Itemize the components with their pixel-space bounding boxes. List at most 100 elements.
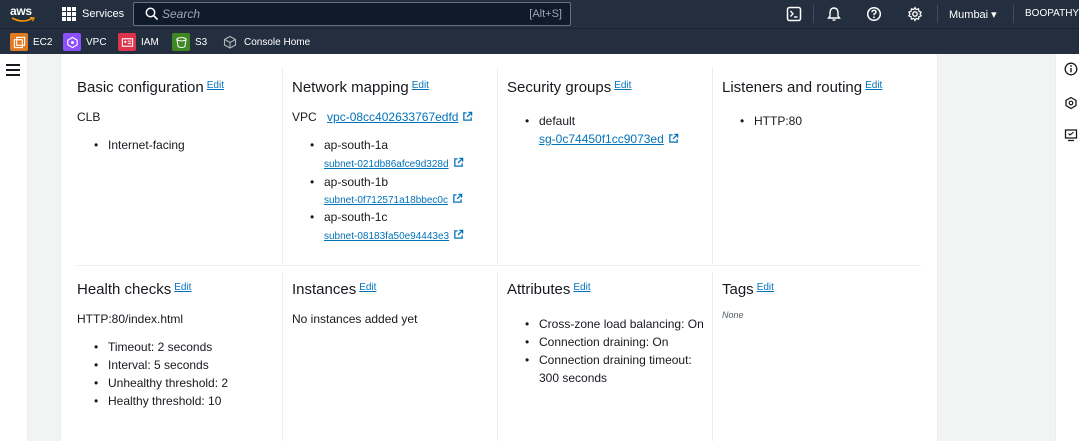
listeners-list: HTTP:80 [738, 112, 802, 130]
external-link-icon[interactable] [453, 157, 464, 168]
subnet-row: subnet-021db86afce9d328d [324, 156, 464, 170]
external-link-icon[interactable] [452, 193, 463, 204]
health-check-setting: Healthy threshold: 10 [92, 392, 228, 410]
favorite-ec2[interactable]: EC2 [10, 33, 52, 51]
security-group-id-row: sg-0c74450f1cc9073ed [539, 132, 679, 146]
aws-smile-icon [11, 17, 35, 22]
network-mapping-title: Network mapping [292, 79, 409, 96]
availability-zones-list: ap-south-1c [308, 208, 387, 226]
zone-name: ap-south-1a [324, 138, 389, 152]
attributes-title: Attributes [507, 281, 571, 298]
feedback-icon[interactable] [1064, 96, 1078, 110]
load-balancer-type: CLB [77, 110, 101, 124]
favorites-bar: EC2 VPC IAM S3 Console Home [0, 28, 1079, 54]
favorite-console-home-label: Console Home [244, 36, 311, 48]
listeners-routing-edit-link[interactable]: Edit [865, 80, 882, 91]
attribute-list-item: Connection draining: On [523, 333, 704, 351]
notifications-bell-icon[interactable] [826, 6, 842, 22]
services-menu-button[interactable]: Services [62, 7, 124, 21]
attribute-list-item: Cross-zone load balancing: On [523, 315, 704, 333]
search-shortcut-hint: [Alt+S] [529, 8, 562, 20]
tags-empty-text: None [722, 310, 744, 320]
favorite-vpc-label: VPC [86, 36, 107, 48]
attributes-edit-link[interactable]: Edit [573, 282, 590, 293]
basic-configuration-section: Basic configuration Edit [77, 79, 224, 96]
grid-icon [62, 7, 76, 21]
security-group-list-item: default [523, 112, 575, 130]
instances-empty-text: No instances added yet [292, 312, 418, 326]
console-home-icon [221, 33, 239, 51]
favorite-s3[interactable]: S3 [172, 33, 207, 51]
account-menu[interactable]: BOOPATHY [1025, 8, 1079, 19]
favorite-console-home[interactable]: Console Home [221, 33, 310, 51]
instances-edit-link[interactable]: Edit [359, 282, 376, 293]
network-mapping-edit-link[interactable]: Edit [412, 80, 429, 91]
external-link-icon[interactable] [668, 133, 679, 144]
network-mapping-section: Network mapping Edit [292, 79, 429, 96]
security-groups-edit-link[interactable]: Edit [614, 80, 631, 91]
menu-hamburger-icon[interactable] [6, 64, 20, 76]
security-groups-title: Security groups [507, 79, 612, 96]
zone-list-item: ap-south-1b [308, 173, 388, 191]
health-check-setting: Timeout: 2 seconds [92, 338, 228, 356]
favorite-ec2-label: EC2 [33, 36, 53, 48]
right-tools-panel [1055, 54, 1079, 441]
help-icon[interactable] [866, 6, 882, 22]
subnet-row: subnet-0f712571a18bbec0c [324, 192, 463, 206]
favorite-iam[interactable]: IAM [118, 33, 159, 51]
health-checks-section: Health checks Edit [77, 281, 191, 298]
instances-title: Instances [292, 281, 357, 298]
listeners-routing-title: Listeners and routing [722, 79, 863, 96]
tutorial-panel-icon[interactable] [1064, 128, 1078, 142]
availability-zones-list: ap-south-1a [308, 136, 388, 154]
instances-section: Instances Edit [292, 281, 376, 298]
top-navigation-bar: aws Services [Alt+S] Mumbai ▾ BOOPATHY [0, 0, 1079, 28]
region-selector[interactable]: Mumbai ▾ [949, 8, 997, 21]
subnet-link[interactable]: subnet-08183fa50e94443e3 [324, 231, 449, 242]
ec2-icon [10, 33, 28, 51]
aws-logo-text: aws [10, 4, 32, 18]
subnet-link[interactable]: subnet-021db86afce9d328d [324, 159, 449, 170]
basic-configuration-title: Basic configuration [77, 79, 204, 96]
health-check-target: HTTP:80/index.html [77, 312, 184, 326]
favorite-iam-label: IAM [141, 36, 159, 48]
iam-icon [118, 33, 136, 51]
load-balancer-review-card: Basic configurationEdit CLB Internet-fac… [60, 54, 938, 441]
scheme-list-item: Internet-facing [92, 136, 185, 154]
favorite-s3-label: S3 [195, 36, 208, 48]
settings-gear-icon[interactable] [907, 6, 923, 22]
search-box[interactable]: [Alt+S] [133, 2, 571, 26]
tags-title: Tags [722, 281, 754, 298]
vpc-id-link[interactable]: vpc-08cc402633767edfd [327, 110, 458, 124]
basic-configuration-edit-link[interactable]: Edit [207, 80, 224, 91]
subnet-link[interactable]: subnet-0f712571a18bbec0c [324, 195, 448, 206]
favorite-vpc[interactable]: VPC [63, 33, 107, 51]
attributes-list: Cross-zone load balancing: On Connection… [523, 315, 704, 387]
health-check-settings-list: Timeout: 2 seconds Interval: 5 seconds U… [92, 338, 228, 410]
listener-list-item: HTTP:80 [738, 112, 802, 130]
aws-logo[interactable]: aws [10, 4, 38, 24]
services-label: Services [82, 8, 125, 20]
zone-name: ap-south-1c [324, 210, 388, 224]
security-group-name: default [539, 114, 576, 128]
health-check-setting: Interval: 5 seconds [92, 356, 228, 374]
zone-name: ap-south-1b [324, 175, 389, 189]
vpc-icon [63, 33, 81, 51]
tags-section: Tags Edit [722, 281, 774, 298]
search-input[interactable] [162, 7, 502, 21]
external-link-icon[interactable] [462, 111, 473, 122]
search-icon [145, 7, 159, 21]
external-link-icon[interactable] [453, 229, 464, 240]
attributes-section: Attributes Edit [507, 281, 591, 298]
zone-list-item: ap-south-1c [308, 208, 387, 226]
attribute-text-continued: 300 seconds [539, 371, 608, 385]
security-group-id-link[interactable]: sg-0c74450f1cc9073ed [539, 132, 664, 146]
health-checks-edit-link[interactable]: Edit [174, 282, 191, 293]
vpc-row: VPC vpc-08cc402633767edfd [292, 110, 473, 124]
tags-edit-link[interactable]: Edit [757, 282, 774, 293]
attribute-list-item: Connection draining timeout: 300 seconds [523, 351, 704, 387]
info-icon[interactable] [1064, 62, 1078, 76]
left-side-panel [0, 54, 28, 441]
cloudshell-icon[interactable] [786, 6, 802, 22]
basic-configuration-list: Internet-facing [92, 136, 185, 154]
